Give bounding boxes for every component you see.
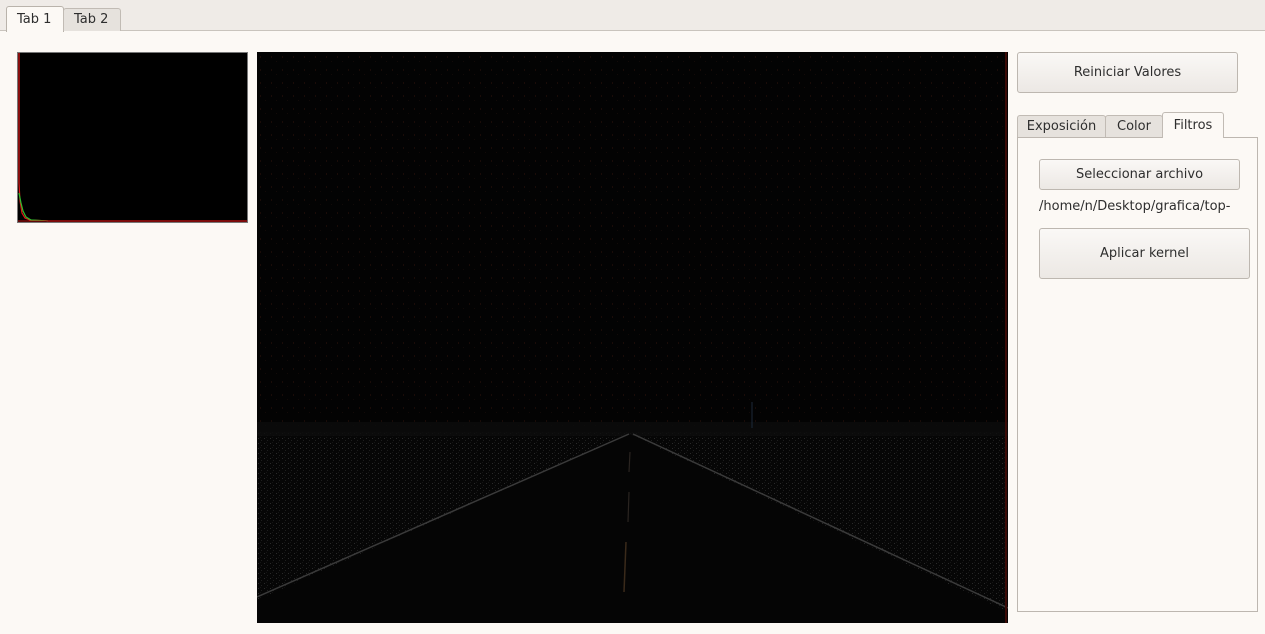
main-tab-bar: Tab 1 Tab 2 [0,0,1265,32]
tab-filtros[interactable]: Filtros [1162,112,1224,138]
processed-image-view [257,52,1008,623]
tab-color[interactable]: Color [1105,115,1163,137]
file-path-label: /home/n/Desktop/grafica/top-gra [1039,199,1230,214]
tab-2[interactable]: Tab 2 [63,8,121,31]
reset-values-button[interactable]: Reiniciar Valores [1017,52,1238,93]
select-file-button[interactable]: Seleccionar archivo [1039,159,1240,190]
histogram-green-series [18,192,49,222]
tab-exposicion[interactable]: Exposición [1017,115,1106,137]
tab-1[interactable]: Tab 1 [6,6,64,32]
apply-kernel-button[interactable]: Aplicar kernel [1039,228,1250,279]
histogram-plot [18,53,247,222]
histogram-view [17,52,248,223]
road-edge-filtered-image [257,52,1008,623]
histogram-red-series [18,53,247,222]
